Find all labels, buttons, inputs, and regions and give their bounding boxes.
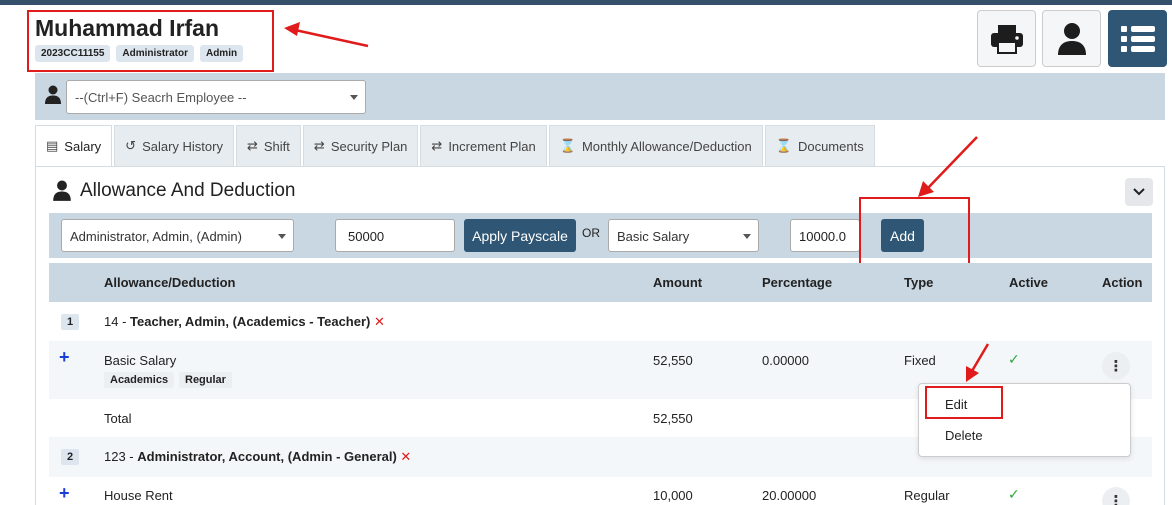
arrow-icon [918,136,978,197]
arrow-icon [284,22,369,48]
annotation-arrows [284,22,990,382]
arrow-icon [966,343,990,382]
page: Muhammad Irfan 2023CC11155 Administrator… [0,0,1172,505]
